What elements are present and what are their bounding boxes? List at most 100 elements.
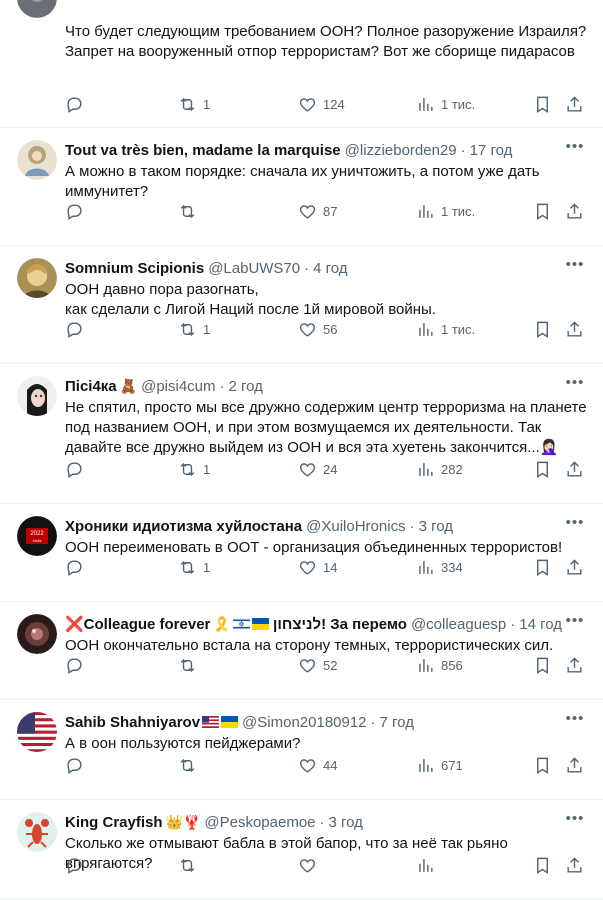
- reply-post[interactable]: Tout va très bien, madame la marquise @l…: [0, 128, 603, 246]
- share-button[interactable]: [565, 656, 584, 675]
- more-options-button[interactable]: •••: [565, 613, 585, 634]
- post-text: Что будет следующим требованием ООН? Пол…: [65, 23, 587, 60]
- retweet-button[interactable]: 1: [178, 320, 210, 339]
- retweet-button[interactable]: [178, 856, 197, 875]
- post-time[interactable]: 3 год: [329, 814, 363, 831]
- reply-post[interactable]: 2022 ends Хроники идиотизма хуйлостана @X…: [0, 504, 603, 602]
- reply-post[interactable]: ❌Colleague forever 🎗️ לניצחון! За перемо …: [0, 602, 603, 700]
- user-handle[interactable]: @Peskopaemoe: [204, 814, 315, 831]
- display-name[interactable]: Хроники идиотизма хуйлостана: [65, 518, 302, 535]
- avatar[interactable]: [17, 258, 57, 298]
- like-button[interactable]: 87: [298, 202, 337, 221]
- avatar[interactable]: [17, 376, 57, 416]
- user-handle[interactable]: @LabUWS70: [208, 260, 300, 277]
- retweet-button[interactable]: [178, 202, 197, 221]
- user-handle[interactable]: @colleaguesp: [411, 616, 506, 633]
- reply-icon: [67, 758, 82, 774]
- bookmark-button[interactable]: [533, 202, 552, 221]
- reply-button[interactable]: [65, 202, 84, 221]
- user-handle[interactable]: @lizzieborden29: [345, 142, 457, 159]
- display-name[interactable]: Sahib Shahniyarov: [65, 714, 200, 731]
- like-button[interactable]: 56: [298, 320, 337, 339]
- retweet-icon: [180, 204, 195, 219]
- like-button[interactable]: [298, 856, 317, 875]
- views-button[interactable]: 334: [416, 558, 463, 577]
- more-options-button[interactable]: •••: [565, 139, 585, 160]
- more-options-button[interactable]: •••: [565, 711, 585, 732]
- share-button[interactable]: [565, 558, 584, 577]
- post-time[interactable]: 14 год: [519, 616, 562, 633]
- more-options-button[interactable]: •••: [565, 515, 585, 536]
- share-button[interactable]: [565, 756, 584, 775]
- retweet-button[interactable]: 1: [178, 460, 210, 479]
- bookmark-icon: [537, 203, 548, 220]
- user-handle[interactable]: @Simon20180912: [242, 714, 366, 731]
- like-button[interactable]: 124: [298, 95, 345, 114]
- reply-button[interactable]: [65, 656, 84, 675]
- display-name[interactable]: Tout va très bien, madame la marquise: [65, 142, 341, 159]
- reply-button[interactable]: [65, 756, 84, 775]
- share-button[interactable]: [565, 320, 584, 339]
- reply-button[interactable]: [65, 558, 84, 577]
- post-time[interactable]: 4 год: [313, 260, 347, 277]
- retweet-button[interactable]: 1: [178, 95, 210, 114]
- display-name[interactable]: Пісі4ка: [65, 378, 117, 395]
- retweet-button[interactable]: [178, 756, 197, 775]
- bookmark-button[interactable]: [533, 856, 552, 875]
- share-button[interactable]: [565, 856, 584, 875]
- bookmark-button[interactable]: [533, 558, 552, 577]
- views-button[interactable]: 282: [416, 460, 463, 479]
- display-name[interactable]: Somnium Scipionis: [65, 260, 204, 277]
- avatar[interactable]: [17, 614, 57, 654]
- bookmark-button[interactable]: [533, 656, 552, 675]
- views-button[interactable]: 856: [416, 656, 463, 675]
- views-button[interactable]: 1 тис.: [416, 320, 475, 339]
- separator-dot: ·: [370, 713, 376, 731]
- bookmark-button[interactable]: [533, 320, 552, 339]
- reply-button[interactable]: [65, 320, 84, 339]
- display-name[interactable]: ❌Colleague forever: [65, 615, 210, 633]
- like-button[interactable]: 44: [298, 756, 337, 775]
- reply-icon: [67, 858, 82, 874]
- post-time[interactable]: 3 год: [419, 518, 453, 535]
- views-button[interactable]: 671: [416, 756, 463, 775]
- user-handle[interactable]: @pisi4cum: [141, 378, 215, 395]
- views-button[interactable]: 1 тис.: [416, 202, 475, 221]
- share-button[interactable]: [565, 95, 584, 114]
- like-button[interactable]: 52: [298, 656, 337, 675]
- avatar[interactable]: 2022 ends: [17, 516, 57, 556]
- user-handle[interactable]: @XuiloHronics: [306, 518, 405, 535]
- reply-post[interactable]: Sahib Shahniyarov @Simon20180912 · 7 год…: [0, 700, 603, 800]
- share-button[interactable]: [565, 460, 584, 479]
- reply-button[interactable]: [65, 460, 84, 479]
- reply-button[interactable]: [65, 856, 84, 875]
- bookmark-button[interactable]: [533, 95, 552, 114]
- like-button[interactable]: 14: [298, 558, 337, 577]
- avatar[interactable]: [17, 812, 57, 852]
- reply-button[interactable]: [65, 95, 84, 114]
- retweet-button[interactable]: [178, 656, 197, 675]
- views-button[interactable]: 1 тис.: [416, 95, 475, 114]
- share-button[interactable]: [565, 202, 584, 221]
- reply-post[interactable]: Что будет следующим требованием ООН? Пол…: [0, 0, 603, 128]
- views-icon: [419, 859, 433, 872]
- post-time[interactable]: 7 год: [380, 714, 414, 731]
- more-options-button[interactable]: •••: [565, 375, 585, 396]
- display-name[interactable]: King Crayfish: [65, 814, 163, 831]
- reply-post[interactable]: Somnium Scipionis @LabUWS70 · 4 год ООН …: [0, 246, 603, 364]
- post-time[interactable]: 2 год: [229, 378, 263, 395]
- reply-post[interactable]: Пісі4ка 🧸 @pisi4cum · 2 год Не спятил, п…: [0, 364, 603, 504]
- like-button[interactable]: 24: [298, 460, 337, 479]
- views-button[interactable]: [416, 856, 435, 875]
- bookmark-button[interactable]: [533, 460, 552, 479]
- bookmark-button[interactable]: [533, 756, 552, 775]
- share-icon: [567, 857, 582, 873]
- more-options-button[interactable]: •••: [565, 811, 585, 832]
- avatar[interactable]: [17, 140, 57, 180]
- avatar[interactable]: [17, 0, 57, 18]
- more-options-button[interactable]: •••: [565, 257, 585, 278]
- avatar[interactable]: [17, 712, 57, 752]
- reply-post[interactable]: King Crayfish 👑🦞 @Peskopaemoe · 3 год Ск…: [0, 800, 603, 900]
- retweet-button[interactable]: 1: [178, 558, 210, 577]
- post-time[interactable]: 17 год: [470, 142, 513, 159]
